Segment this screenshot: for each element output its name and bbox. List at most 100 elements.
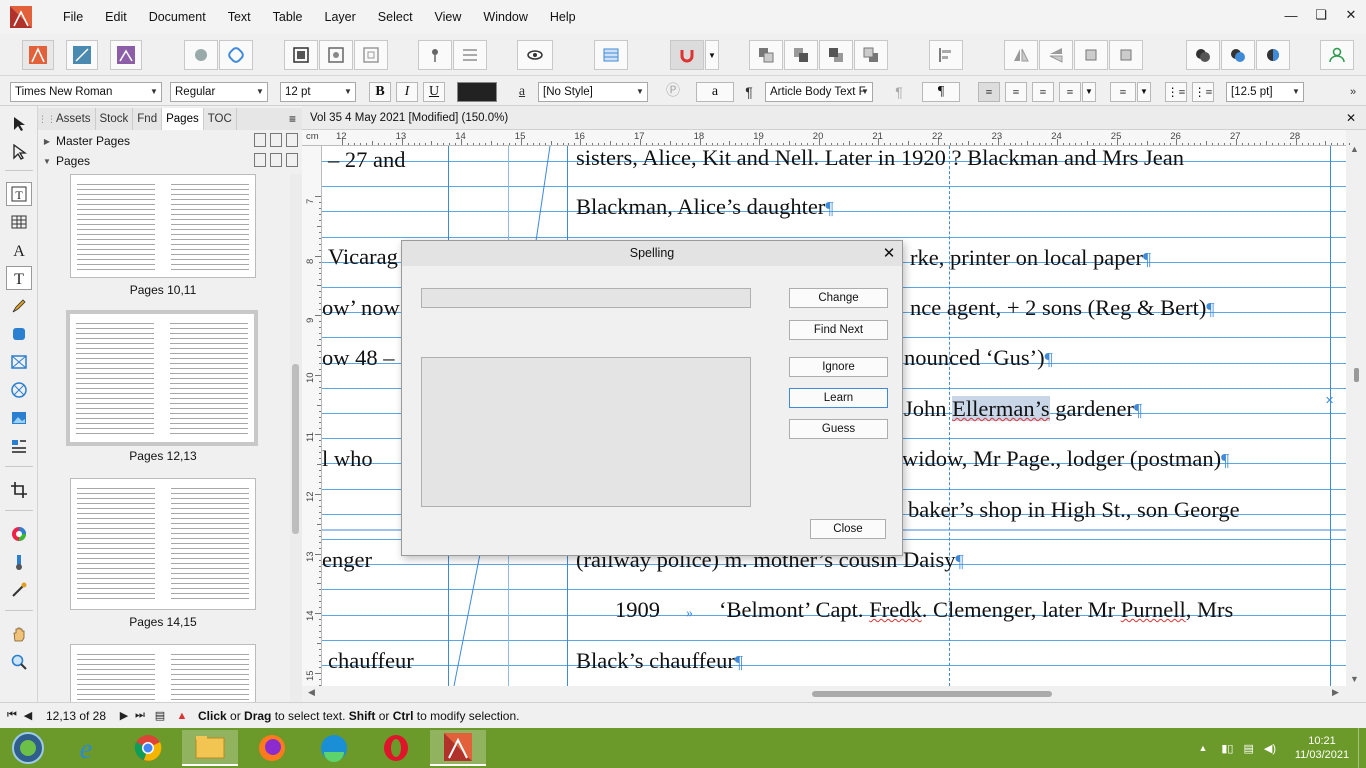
master-pages-section[interactable]: ▶ Master Pages — [38, 131, 302, 151]
justify-text-button[interactable]: ≡ — [1059, 82, 1081, 102]
pen-tool[interactable] — [6, 294, 32, 318]
duplicate-master-icon[interactable] — [270, 133, 282, 147]
left-column-text[interactable]: Vicarag — [328, 243, 398, 271]
menu-document[interactable]: Document — [138, 0, 217, 34]
frame-handle-icon[interactable]: ✕ — [1325, 394, 1334, 407]
picture-frame-tool[interactable] — [6, 350, 32, 374]
bullet-list-button[interactable]: ⋮≡ — [1165, 82, 1187, 102]
flip-horizontal-button[interactable] — [1004, 40, 1038, 70]
tab-pages[interactable]: Pages — [162, 108, 204, 130]
menu-text[interactable]: Text — [217, 0, 262, 34]
boolean-subtract-button[interactable] — [1221, 40, 1255, 70]
left-column-text[interactable]: chauffeur — [328, 647, 414, 675]
body-text-line[interactable]: 1909 » ‘Belmont’ Capt. Fredk. Clemenger, l… — [615, 596, 1233, 628]
clear-character-style-icon[interactable]: Ⓟ — [662, 82, 684, 102]
affinity-publisher-taskbar-button[interactable] — [430, 730, 486, 766]
vertical-scrollbar-thumb[interactable] — [1354, 368, 1359, 382]
left-column-text[interactable]: ow’ now — [322, 294, 400, 322]
misspelled-selected-word[interactable]: Ellerman’s — [952, 396, 1050, 421]
menu-file[interactable]: File — [52, 0, 94, 34]
edge-taskbar-button[interactable] — [306, 730, 362, 766]
body-text-line[interactable]: sisters, Alice, Kit and Nell. Later in 1… — [576, 146, 1184, 172]
italic-button[interactable]: I — [396, 82, 418, 102]
close-button[interactable]: Close — [810, 519, 886, 539]
transparency-tool[interactable] — [6, 550, 32, 574]
bold-button[interactable]: B — [369, 82, 391, 102]
opera-taskbar-button[interactable] — [368, 730, 424, 766]
firefox-taskbar-button[interactable] — [244, 730, 300, 766]
assets-toggle-button[interactable] — [184, 40, 218, 70]
misspelled-word[interactable]: Purnell — [1121, 597, 1186, 622]
body-text-line[interactable]: John Ellerman’s gardener¶ — [904, 395, 1142, 424]
tray-expand-icon[interactable]: ▲ — [1198, 743, 1207, 753]
ignore-button[interactable]: Ignore — [789, 357, 888, 377]
suggestions-list[interactable] — [421, 357, 751, 507]
preflight-warning-icon[interactable]: ▲ — [174, 710, 190, 722]
find-next-button[interactable]: Find Next — [789, 320, 888, 340]
menu-view[interactable]: View — [424, 0, 473, 34]
body-text-line[interactable]: baker’s shop in High St., son George — [908, 496, 1240, 524]
menu-layer[interactable]: Layer — [314, 0, 367, 34]
start-button[interactable] — [0, 730, 56, 766]
system-clock[interactable]: 10:21 11/03/2021 — [1286, 734, 1358, 762]
photo-persona-button[interactable] — [110, 40, 142, 70]
scroll-left-icon[interactable]: ◀ — [308, 687, 315, 698]
learn-button[interactable]: Learn — [789, 388, 888, 408]
fill-color-swatch[interactable] — [457, 82, 497, 102]
character-style-icon[interactable]: a — [512, 82, 532, 102]
next-page-icon[interactable]: ▶ — [116, 709, 132, 722]
snapping-dropdown-button[interactable]: ▼ — [705, 40, 719, 70]
pages-section[interactable]: ▼ Pages — [38, 151, 302, 171]
page-thumbnail-14-15[interactable] — [70, 478, 256, 610]
artistic-text-tool[interactable]: A — [6, 238, 32, 262]
view-hand-tool[interactable] — [6, 622, 32, 646]
page-thumbnail-10-11[interactable] — [70, 174, 256, 278]
page-layout-icon[interactable] — [254, 153, 266, 167]
align-right-text-button[interactable]: ≡ — [1032, 82, 1054, 102]
close-icon[interactable]: ✕ — [880, 241, 898, 266]
misspelled-word[interactable]: Fredk — [869, 597, 922, 622]
last-page-icon[interactable]: ⏭ — [132, 709, 148, 722]
vertical-align-button[interactable]: ≡ — [1110, 82, 1136, 102]
misspelled-word-field[interactable] — [421, 288, 751, 308]
body-text-line[interactable]: Black’s chauffeur¶ — [576, 647, 743, 676]
underline-button[interactable]: U — [423, 82, 445, 102]
text-cursor-tool[interactable]: T — [6, 266, 32, 290]
table-tool[interactable] — [6, 210, 32, 234]
add-master-icon[interactable] — [254, 133, 266, 147]
tab-stock[interactable]: Stock — [96, 108, 134, 130]
align-center-text-button[interactable]: ≡ — [1005, 82, 1027, 102]
publisher-persona-button[interactable] — [22, 40, 54, 70]
font-family-select[interactable]: Times New Roman ▼ — [10, 82, 162, 102]
left-column-text[interactable]: l who — [322, 445, 373, 473]
close-window-button[interactable]: ✕ — [1336, 0, 1366, 30]
show-desktop-button[interactable] — [1358, 728, 1366, 768]
eyedropper-tool[interactable] — [6, 578, 32, 602]
guess-button[interactable]: Guess — [789, 419, 888, 439]
panel-menu-icon[interactable]: ≡ — [289, 112, 296, 126]
menu-select[interactable]: Select — [367, 0, 424, 34]
page-list-icon[interactable]: ▤ — [152, 709, 168, 722]
color-picker-tool[interactable] — [6, 522, 32, 546]
tab-toc[interactable]: TOC — [204, 108, 237, 130]
menu-help[interactable]: Help — [539, 0, 587, 34]
delete-master-icon[interactable] — [286, 133, 298, 147]
left-column-text[interactable]: enger — [322, 546, 372, 574]
move-forward-one-button[interactable] — [819, 40, 853, 70]
show-special-chars-button[interactable] — [517, 40, 553, 70]
boolean-intersect-button[interactable] — [1256, 40, 1290, 70]
panel-scrollbar[interactable] — [290, 174, 302, 702]
volume-icon[interactable]: ◀) — [1264, 742, 1276, 755]
rotate-right-button[interactable] — [1109, 40, 1143, 70]
text-frame-baseline-button[interactable] — [594, 40, 628, 70]
page-thumbnail-12-13[interactable] — [66, 310, 258, 446]
align-button[interactable] — [929, 40, 963, 70]
change-button[interactable]: Change — [789, 288, 888, 308]
body-text-line[interactable]: nce agent, + 2 sons (Reg & Bert)¶ — [910, 294, 1215, 323]
internet-explorer-taskbar-button[interactable]: e — [58, 730, 114, 766]
paragraph-pilcrow-button[interactable]: ¶ — [922, 82, 960, 102]
toolbar-overflow-icon[interactable]: » — [1346, 82, 1360, 102]
left-column-text[interactable]: – 27 and — [328, 146, 406, 174]
restore-button[interactable]: ❏ — [1306, 0, 1336, 30]
zoom-tool[interactable] — [6, 650, 32, 674]
